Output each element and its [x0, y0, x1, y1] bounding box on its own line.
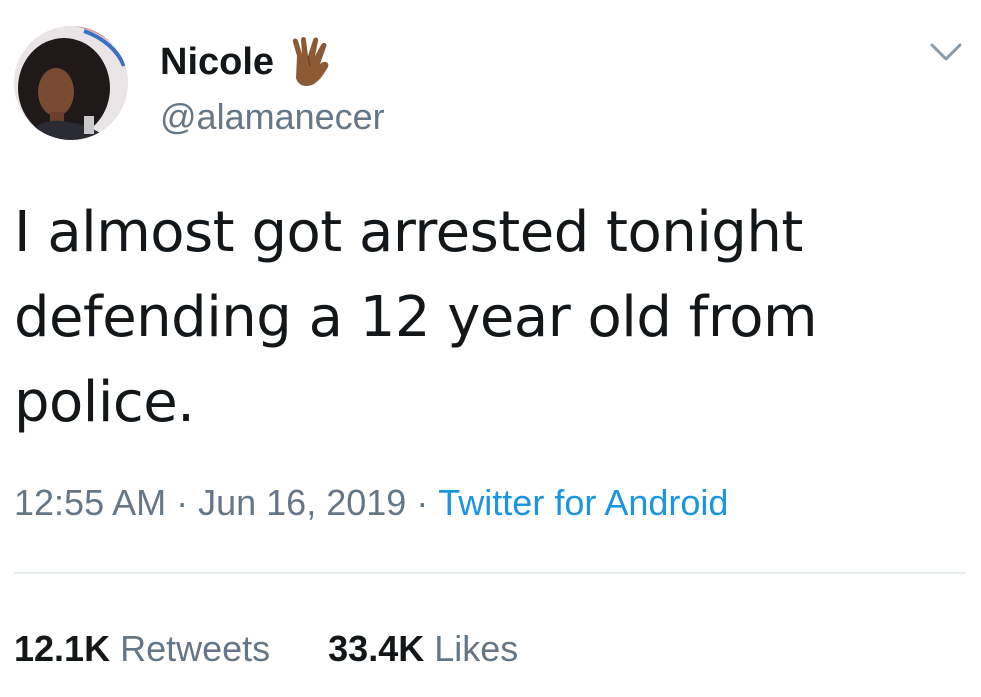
retweets-count: 12.1K: [14, 628, 111, 669]
chevron-down-icon[interactable]: [928, 38, 964, 66]
tweet-stats: 12.1K Retweets 33.4K Likes: [14, 628, 576, 670]
tweet-source-link[interactable]: Twitter for Android: [438, 482, 728, 523]
avatar[interactable]: [14, 26, 128, 140]
vulcan-salute-icon: [288, 36, 334, 88]
tweet-time[interactable]: 12:55 AM: [14, 482, 166, 523]
likes-label: Likes: [434, 628, 519, 669]
retweets-stat[interactable]: 12.1K Retweets: [14, 628, 270, 670]
author-name-text: Nicole: [160, 40, 275, 83]
meta-separator: ·: [416, 482, 429, 523]
author-name[interactable]: Nicole: [160, 36, 334, 88]
author-handle[interactable]: @alamanecer: [160, 96, 385, 138]
tweet-meta: 12:55 AM · Jun 16, 2019 · Twitter for Androi…: [14, 482, 728, 524]
likes-stat[interactable]: 33.4K Likes: [328, 628, 518, 670]
tweet-text: I almost got arrested tonight defending …: [14, 200, 818, 435]
likes-count: 33.4K: [328, 628, 425, 669]
retweets-label: Retweets: [120, 628, 271, 669]
divider: [14, 572, 966, 574]
tweet-card: Nicole @alamanecer I almost got arrested…: [0, 0, 981, 697]
tweet-date[interactable]: Jun 16, 2019: [198, 482, 406, 523]
meta-separator: ·: [176, 482, 189, 523]
avatar-image: [14, 26, 128, 140]
